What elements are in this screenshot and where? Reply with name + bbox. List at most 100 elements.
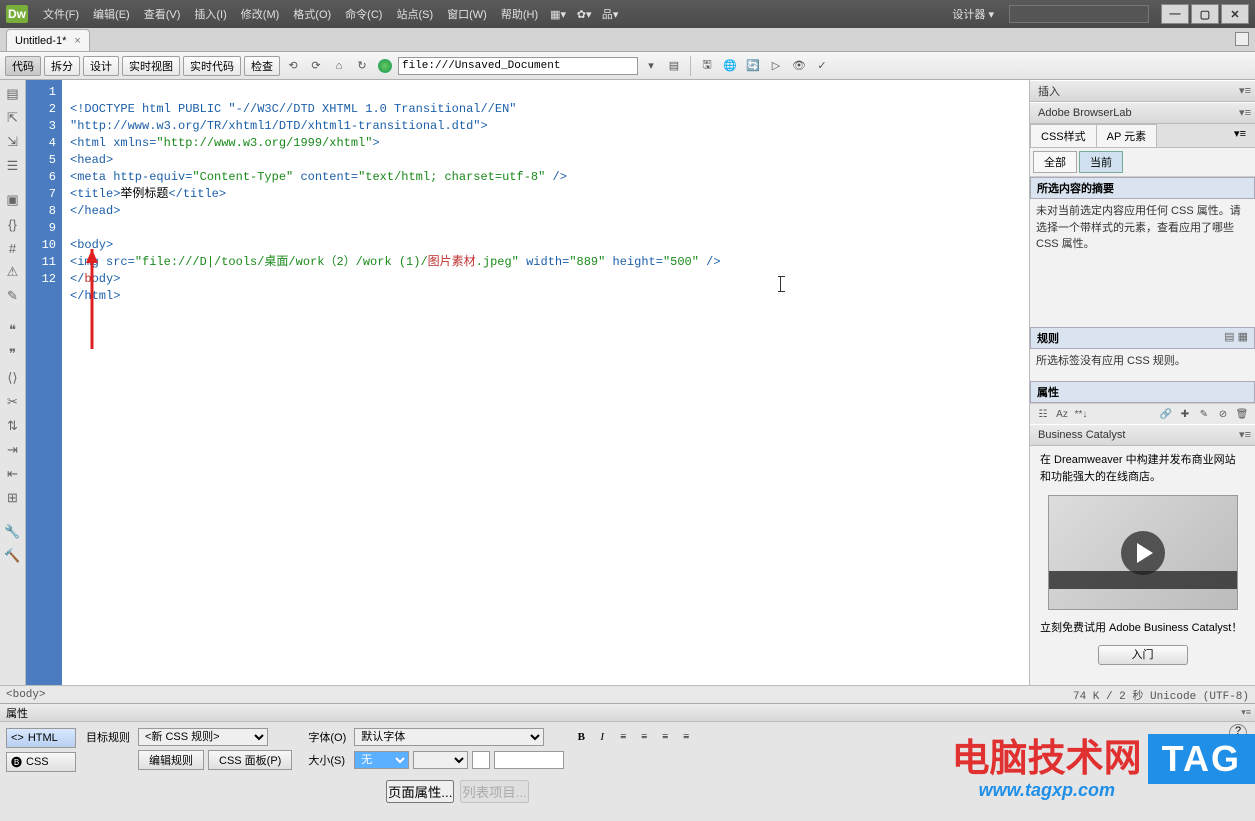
- panel-menu-icon[interactable]: ▾≡: [1239, 84, 1251, 97]
- bc-panel-header[interactable]: Business Catalyst▾≡: [1030, 424, 1255, 446]
- collapse-full-tag-icon[interactable]: ⇱: [3, 108, 23, 128]
- workspace-switcher[interactable]: 设计器 ▾: [952, 6, 994, 22]
- doc-options-icon[interactable]: [1235, 32, 1249, 46]
- code-editor[interactable]: <!DOCTYPE html PUBLIC "-//W3C//DTD XHTML…: [62, 80, 1029, 685]
- view-code-button[interactable]: 代码: [5, 56, 41, 76]
- disable-icon[interactable]: ⊘: [1215, 407, 1231, 421]
- props-html-button[interactable]: <> HTML: [6, 728, 76, 748]
- tag-path[interactable]: <body>: [6, 689, 46, 701]
- nav-back-icon[interactable]: ⟲: [283, 56, 303, 76]
- page-props-button[interactable]: 页面属性...: [386, 780, 454, 803]
- maximize-button[interactable]: ▢: [1191, 4, 1219, 24]
- css-all-button[interactable]: 全部: [1033, 151, 1077, 173]
- menu-view[interactable]: 查看(V): [144, 6, 181, 22]
- menu-edit[interactable]: 编辑(E): [93, 6, 130, 22]
- panel-menu-icon[interactable]: ▾≡: [1241, 707, 1251, 718]
- help-icon[interactable]: ?: [1229, 724, 1247, 742]
- preview-icon[interactable]: 🌐: [720, 56, 740, 76]
- panel-menu-icon[interactable]: ▾≡: [1224, 124, 1255, 147]
- menu-commands[interactable]: 命令(C): [345, 6, 382, 22]
- recent-snippets-icon[interactable]: ✂: [3, 392, 23, 412]
- css-current-button[interactable]: 当前: [1079, 151, 1123, 173]
- new-rule-icon[interactable]: ✚: [1177, 407, 1193, 421]
- apply-comment-icon[interactable]: ❝: [3, 320, 23, 340]
- move-css-icon[interactable]: ⇅: [3, 416, 23, 436]
- minimize-button[interactable]: —: [1161, 4, 1189, 24]
- layout-icon[interactable]: ▦▾: [549, 5, 567, 23]
- tool-a-icon[interactable]: 🔧: [3, 522, 23, 542]
- attach-style-icon[interactable]: 🔗: [1158, 407, 1174, 421]
- visual-aids-icon[interactable]: 👁: [789, 56, 809, 76]
- wrap-tag-icon[interactable]: ⟨⟩: [3, 368, 23, 388]
- addr-menu-icon[interactable]: ▾: [641, 56, 661, 76]
- syntax-icon[interactable]: ✎: [3, 286, 23, 306]
- extend-icon[interactable]: ✿▾: [575, 5, 593, 23]
- size-select[interactable]: 无: [354, 751, 409, 769]
- refresh-icon[interactable]: ↻: [352, 56, 372, 76]
- rules-icons[interactable]: ▤ ▦: [1224, 330, 1248, 346]
- target-rule-select[interactable]: <新 CSS 规则>: [138, 728, 268, 746]
- bc-video-thumb[interactable]: [1048, 495, 1238, 610]
- tab-css-styles[interactable]: CSS样式: [1030, 124, 1097, 147]
- nav-fwd-icon[interactable]: ⟳: [306, 56, 326, 76]
- view-options-icon[interactable]: ▷: [766, 56, 786, 76]
- refresh-design-icon[interactable]: 🔄: [743, 56, 763, 76]
- bold-icon[interactable]: B: [572, 728, 590, 746]
- open-docs-icon[interactable]: ▤: [3, 84, 23, 104]
- css-panel-button[interactable]: CSS 面板(P): [208, 750, 292, 770]
- menu-help[interactable]: 帮助(H): [501, 6, 538, 22]
- align-right-icon[interactable]: ≡: [656, 728, 674, 746]
- menu-modify[interactable]: 修改(M): [241, 6, 280, 22]
- font-select[interactable]: 默认字体: [354, 728, 544, 746]
- tool-icon-1[interactable]: ▤: [664, 56, 684, 76]
- expand-icon[interactable]: ☰: [3, 156, 23, 176]
- collapse-selection-icon[interactable]: ⇲: [3, 132, 23, 152]
- tab-untitled-1[interactable]: Untitled-1* ×: [6, 29, 90, 51]
- highlight-invalid-icon[interactable]: ⚠: [3, 262, 23, 282]
- color-swatch[interactable]: [472, 751, 490, 769]
- search-box[interactable]: [1009, 5, 1149, 23]
- line-numbers-icon[interactable]: #: [3, 238, 23, 258]
- delete-rule-icon[interactable]: 🗑: [1234, 407, 1250, 421]
- italic-icon[interactable]: I: [593, 728, 611, 746]
- play-icon[interactable]: [1121, 531, 1165, 575]
- menu-site[interactable]: 站点(S): [396, 6, 433, 22]
- view-design-button[interactable]: 设计: [83, 56, 119, 76]
- show-category-icon[interactable]: ☷: [1035, 407, 1051, 421]
- remove-comment-icon[interactable]: ❞: [3, 344, 23, 364]
- align-center-icon[interactable]: ≡: [635, 728, 653, 746]
- props-css-button[interactable]: 🅑 CSS: [6, 752, 76, 772]
- size-unit-select[interactable]: [413, 751, 468, 769]
- view-livecode-button[interactable]: 实时代码: [183, 56, 241, 76]
- show-set-icon[interactable]: **↓: [1073, 407, 1089, 421]
- align-justify-icon[interactable]: ≡: [677, 728, 695, 746]
- select-parent-icon[interactable]: ▣: [3, 190, 23, 210]
- close-tab-icon[interactable]: ×: [74, 35, 80, 47]
- edit-rule-icon[interactable]: ✎: [1196, 407, 1212, 421]
- tool-b-icon[interactable]: 🔨: [3, 546, 23, 566]
- view-live-button[interactable]: 实时视图: [122, 56, 180, 76]
- edit-rule-button[interactable]: 编辑规则: [138, 750, 204, 770]
- browserlab-panel-header[interactable]: Adobe BrowserLab▾≡: [1030, 102, 1255, 124]
- format-source-icon[interactable]: ⊞: [3, 488, 23, 508]
- show-list-icon[interactable]: Aᴢ: [1054, 407, 1070, 421]
- align-left-icon[interactable]: ≡: [614, 728, 632, 746]
- file-mgmt-icon[interactable]: 🖫: [697, 56, 717, 76]
- outdent-icon[interactable]: ⇤: [3, 464, 23, 484]
- panel-menu-icon[interactable]: ▾≡: [1239, 428, 1251, 441]
- insert-panel-header[interactable]: 插入▾≡: [1030, 80, 1255, 102]
- quickedit-icon[interactable]: ✎: [1229, 746, 1247, 764]
- home-icon[interactable]: ⌂: [329, 56, 349, 76]
- menu-format[interactable]: 格式(O): [293, 6, 331, 22]
- indent-icon[interactable]: ⇥: [3, 440, 23, 460]
- view-split-button[interactable]: 拆分: [44, 56, 80, 76]
- address-input[interactable]: [398, 57, 638, 75]
- menu-insert[interactable]: 插入(I): [194, 6, 226, 22]
- menu-window[interactable]: 窗口(W): [447, 6, 487, 22]
- sitemap-icon[interactable]: 品▾: [601, 5, 619, 23]
- bc-start-button[interactable]: 入门: [1098, 645, 1188, 665]
- tab-ap-elements[interactable]: AP 元素: [1096, 124, 1158, 147]
- menu-file[interactable]: 文件(F): [43, 6, 79, 22]
- close-button[interactable]: ✕: [1221, 4, 1249, 24]
- validate-icon[interactable]: ✓: [812, 56, 832, 76]
